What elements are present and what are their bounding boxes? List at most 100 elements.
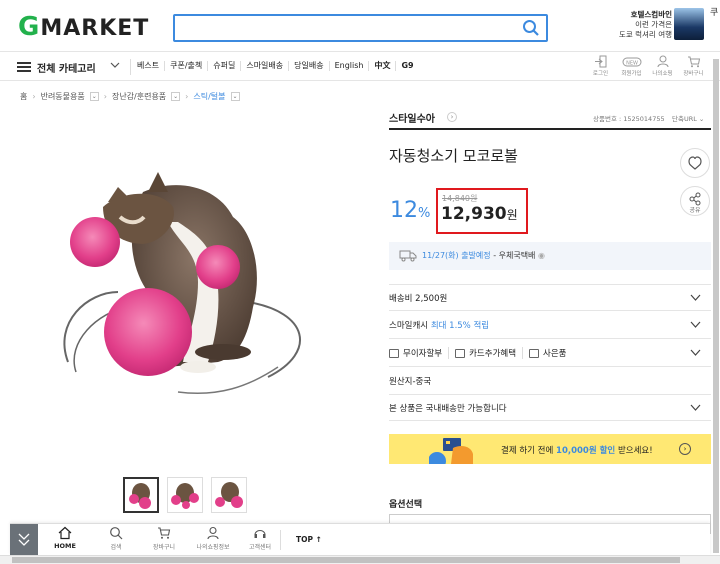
breadcrumb-home[interactable]: 홈	[20, 91, 27, 102]
nav-links: 베스트 쿠폰/출첵 슈퍼딜 스마일배송 당일배송 English 中文 G9	[137, 61, 419, 71]
discount-rate: 12%	[390, 198, 431, 223]
thumbnail-list	[123, 477, 247, 513]
breadcrumb-separator: ›	[32, 92, 36, 101]
search-icon[interactable]	[522, 19, 540, 37]
divider	[389, 128, 711, 130]
breadcrumb-pet-supplies[interactable]: 반려동물용품	[41, 91, 85, 102]
tag-card-benefit[interactable]: 카드추가혜택	[455, 347, 524, 359]
horizontal-scrollbar-thumb[interactable]	[12, 557, 680, 563]
short-url-button[interactable]: 단축URL ⌄	[672, 113, 704, 123]
new-badge-icon: NEW	[622, 57, 641, 67]
product-title: 자동청소기 모코로볼	[389, 147, 518, 165]
category-nav: 전체 카테고리 베스트 쿠폰/출첵 슈퍼딜 스마일배송 당일배송 English…	[0, 53, 720, 81]
user-icons: 로그인 NEW 회원가입 나의쇼핑 장바구니	[588, 55, 706, 77]
shipping-fee: 배송비 2,500원	[389, 294, 448, 304]
chevron-right-icon[interactable]: ›	[679, 443, 691, 455]
collapse-button[interactable]	[10, 524, 38, 556]
smile-cash: 스마일캐시 최대 1.5% 적립	[389, 321, 490, 331]
nav-link-smile-delivery[interactable]: 스마일배송	[240, 61, 288, 71]
login-icon	[594, 55, 606, 68]
cart-icon	[687, 56, 700, 68]
divider	[389, 310, 711, 311]
promo-image[interactable]	[674, 8, 704, 40]
chevron-down-icon[interactable]	[690, 347, 701, 358]
breadcrumb-stick-ball[interactable]: 스틱/털볼	[193, 91, 225, 102]
cart-button[interactable]: 장바구니	[143, 526, 185, 551]
svg-text:NEW: NEW	[626, 60, 638, 66]
tag-interest-free[interactable]: 무이자할부	[389, 347, 450, 359]
search-input[interactable]	[173, 14, 548, 42]
signup-link[interactable]: NEW 회원가입	[619, 55, 644, 77]
cart-icon	[158, 527, 171, 539]
search-icon	[110, 527, 123, 540]
all-categories-button[interactable]: 전체 카테고리	[37, 60, 96, 75]
nav-link-chinese[interactable]: 中文	[368, 61, 395, 71]
chevron-down-icon[interactable]	[109, 59, 121, 71]
discount-banner[interactable]: 결제 하기 전에 10,000원 할인 받으세요! ›	[389, 434, 711, 464]
vertical-scrollbar-thumb[interactable]	[713, 59, 719, 553]
truck-icon	[399, 250, 417, 262]
card-illustration-icon	[429, 438, 473, 464]
shipping-info: 11/27(화) 출발예정 - 우체국택배 ◉	[389, 242, 711, 270]
origin: 원산지-중국	[389, 377, 432, 387]
chevron-down-icon[interactable]: ⌄	[230, 92, 240, 101]
chevron-down-icon[interactable]	[690, 292, 701, 303]
shop-name[interactable]: 스타일수아	[389, 110, 435, 125]
divider	[389, 338, 711, 339]
gmarket-logo[interactable]: GMARKET	[18, 12, 149, 42]
product-image[interactable]	[48, 162, 328, 422]
top-button[interactable]: TOP ↑	[296, 535, 322, 544]
chevron-down-icon[interactable]: ⌄	[89, 92, 99, 101]
cart-link[interactable]: 장바구니	[681, 55, 706, 77]
chevron-down-icon[interactable]	[690, 402, 701, 413]
share-label: 공유	[689, 207, 701, 214]
promo-text[interactable]: 호텔스컴바인 이런 가격은 도쿄 럭셔리 여행	[600, 10, 672, 40]
headset-icon	[254, 529, 266, 538]
bottom-toolbar: HOME 검색 장바구니 나의쇼핑정보 고객센터 TOP ↑	[10, 523, 710, 556]
breadcrumb-separator: ›	[185, 92, 189, 101]
product-number: 상품번호 : 1525014755	[593, 115, 665, 123]
my-shopping-link[interactable]: 나의쇼핑	[650, 55, 675, 77]
horizontal-scrollbar[interactable]	[0, 555, 720, 564]
option-label: 옵션선택	[389, 500, 423, 510]
nav-link-english[interactable]: English	[328, 61, 369, 71]
nav-link-superdeal[interactable]: 슈퍼딜	[207, 61, 240, 71]
menu-icon[interactable]	[17, 62, 31, 72]
customer-center-button[interactable]: 고객센터	[239, 526, 281, 551]
chevron-down-icon[interactable]	[690, 319, 701, 330]
chevron-down-icon[interactable]: ⌄	[171, 92, 181, 101]
person-icon	[657, 55, 668, 68]
shipping-text: 11/27(화) 출발예정 - 우체국택배 ◉	[422, 251, 545, 260]
login-link[interactable]: 로그인	[588, 55, 613, 77]
chevron-right-icon[interactable]: ›	[447, 112, 457, 122]
header: GMARKET 호텔스컴바인 이런 가격은 도쿄 럭셔리 여행 쿠	[0, 0, 720, 52]
nav-link-coupon[interactable]: 쿠폰/출첵	[164, 61, 207, 71]
nav-link-same-day[interactable]: 당일배송	[288, 61, 328, 71]
share-button[interactable]: 공유	[680, 186, 710, 216]
double-chevron-down-icon	[18, 533, 30, 546]
search-button[interactable]: 검색	[95, 526, 137, 551]
divider	[389, 284, 711, 285]
my-shopping-button[interactable]: 나의쇼핑정보	[192, 526, 234, 551]
nav-link-best[interactable]: 베스트	[137, 61, 164, 71]
nav-link-g9[interactable]: G9	[395, 61, 418, 71]
card-icon	[455, 348, 466, 358]
breadcrumb-toys[interactable]: 장난감/훈련용품	[112, 91, 166, 102]
thumbnail-1[interactable]	[123, 477, 159, 513]
breadcrumb: 홈 › 반려동물용품 ⌄ › 장난감/훈련용품 ⌄ › 스틱/털볼 ⌄	[20, 91, 240, 102]
gift-icon	[529, 348, 540, 358]
card-icon	[389, 348, 399, 358]
divider	[389, 394, 711, 395]
divider	[130, 59, 131, 75]
thumbnail-2[interactable]	[167, 477, 203, 513]
breadcrumb-separator: ›	[103, 92, 107, 101]
domestic-only-notice: 본 상품은 국내배송만 가능합니다	[389, 404, 507, 414]
person-icon	[207, 526, 219, 540]
home-button[interactable]: HOME	[44, 526, 86, 550]
thumbnail-3[interactable]	[211, 477, 247, 513]
wishlist-button[interactable]	[680, 148, 710, 178]
divider	[389, 420, 711, 421]
original-price: 14,840원	[442, 194, 478, 203]
tag-gift[interactable]: 사은품	[529, 347, 572, 359]
benefit-tags: 무이자할부 카드추가혜택 사은품	[389, 347, 573, 359]
